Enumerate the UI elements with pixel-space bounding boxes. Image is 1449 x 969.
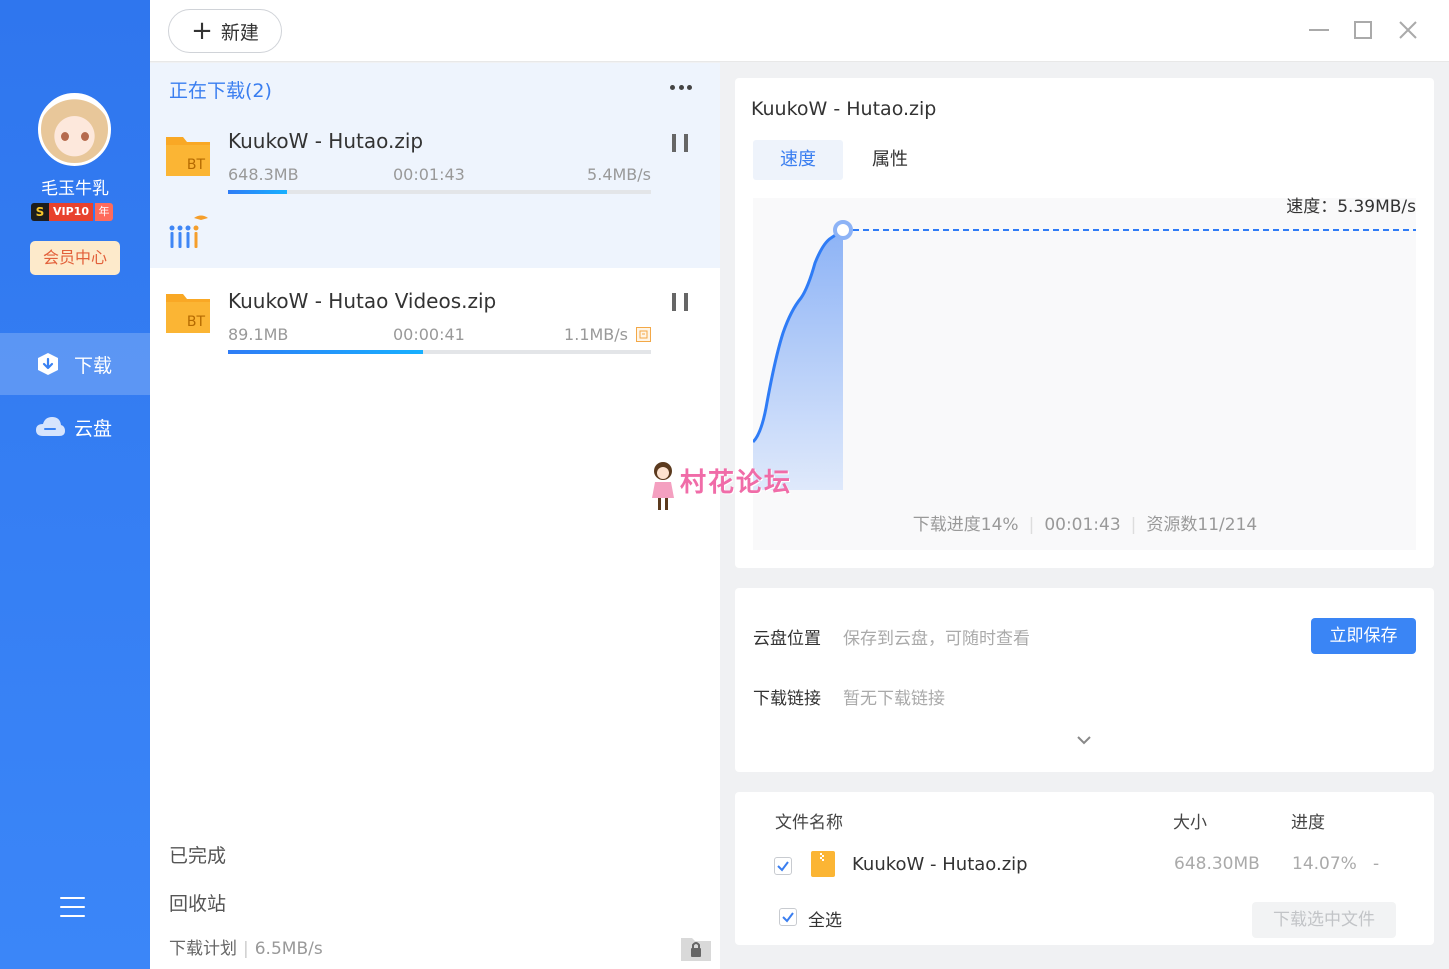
bt-folder-icon: BT (166, 294, 210, 333)
tab-properties[interactable]: 属性 (845, 140, 935, 180)
plus-icon: + (191, 16, 213, 46)
close-icon[interactable] (1396, 18, 1420, 42)
task-name: KuukoW - Hutao.zip (228, 129, 424, 153)
file-progress: 14.07% (1292, 854, 1357, 874)
nav-item-cloud[interactable]: 云盘 (0, 396, 150, 458)
select-all-checkbox[interactable] (779, 908, 797, 926)
svg-text:BT: BT (187, 157, 206, 173)
nav-item-download[interactable]: 下载 (0, 333, 150, 395)
new-task-label: 新建 (220, 21, 259, 44)
task-name: KuukoW - Hutao Videos.zip (228, 289, 497, 313)
list-header: 正在下载(2) (150, 63, 720, 111)
time-stat: 00:01:43 (1044, 515, 1121, 535)
download-link-value[interactable]: 暂无下载链接 (843, 684, 945, 709)
menu-icon[interactable] (60, 897, 85, 919)
tab-speed[interactable]: 速度 (753, 140, 843, 180)
downloading-title[interactable]: 正在下载(2) (169, 76, 272, 103)
task-item[interactable]: BT KuukoW - Hutao.zip 648.3MB 00:01:43 5… (150, 111, 720, 268)
minimize-icon[interactable] (1307, 18, 1331, 42)
task-speed: 1.1MB/s (564, 325, 628, 344)
forum-watermark: 村花论坛 (648, 460, 808, 512)
topbar: + 新建 (150, 0, 1449, 62)
file-name: KuukoW - Hutao.zip (852, 854, 1028, 875)
task-progress-fill (228, 350, 423, 354)
recycle-bin-link[interactable]: 回收站 (169, 889, 226, 916)
pause-icon[interactable] (672, 293, 688, 311)
vip-level: VIP10 (49, 203, 93, 221)
chart-stats: 下载进度14% | 00:01:43 | 资源数11/214 (912, 515, 1258, 535)
nav-label-cloud: 云盘 (74, 417, 113, 440)
avatar[interactable] (38, 93, 111, 166)
checkmark-icon (782, 912, 794, 923)
progress-stat: 下载进度14% (912, 515, 1019, 535)
watermark-text: 村花论坛 (680, 468, 793, 498)
task-progress (228, 350, 651, 354)
cloud-icon (36, 417, 65, 436)
file-checkbox[interactable] (774, 857, 792, 875)
task-progress-fill (228, 190, 288, 194)
vip-badge: S VIP10 年 (31, 203, 113, 221)
column-header-name: 文件名称 (775, 813, 843, 833)
task-time: 00:00:41 (393, 325, 465, 344)
save-now-button[interactable]: 立即保存 (1311, 618, 1416, 654)
zip-file-icon (811, 851, 835, 877)
speed-chart (751, 198, 1416, 550)
avatar-eye (81, 132, 89, 141)
sources-stat: 资源数11/214 (1146, 515, 1258, 535)
cloud-location-label: 云盘位置 (753, 629, 821, 649)
download-icon (38, 353, 58, 375)
maximize-icon[interactable] (1351, 18, 1375, 42)
chevron-down-icon[interactable] (1074, 733, 1094, 747)
new-task-button[interactable]: + 新建 (168, 9, 282, 53)
download-plan-speed: 6.5MB/s (254, 939, 323, 959)
task-item[interactable]: BT KuukoW - Hutao Videos.zip 89.1MB 00:0… (150, 268, 720, 378)
svg-text:BT: BT (187, 314, 206, 330)
download-selected-button[interactable]: 下载选中文件 (1252, 902, 1396, 938)
column-header-size: 大小 (1173, 813, 1207, 833)
file-extra: - (1373, 854, 1380, 874)
detail-title: KuukoW - Hutao.zip (751, 98, 937, 120)
completed-link[interactable]: 已完成 (169, 841, 226, 868)
checkmark-icon (777, 861, 789, 872)
current-speed-point (833, 220, 853, 240)
task-size: 648.3MB (228, 165, 299, 184)
group-tag-icon (636, 327, 651, 342)
task-time: 00:01:43 (393, 165, 465, 184)
nav-label-download: 下载 (74, 354, 113, 377)
download-list-panel: 正在下载(2) BT KuukoW - Hutao.zip 648.3MB 00… (150, 63, 720, 969)
speed-area (753, 230, 843, 490)
cloud-card: 云盘位置 保存到云盘，可随时查看 立即保存 下载链接 暂无下载链接 (735, 588, 1434, 772)
task-speed: 5.4MB/s (587, 165, 651, 184)
vip-s-mark: S (31, 203, 49, 221)
speed-chart-svg (751, 220, 1416, 490)
group-speedup-icon[interactable] (168, 212, 210, 250)
watermark-girl-icon (652, 462, 674, 510)
pause-icon[interactable] (672, 134, 688, 152)
task-progress (228, 190, 651, 194)
file-list-card: 文件名称 大小 进度 KuukoW - Hutao.zip 648.30MB 1… (735, 792, 1434, 945)
download-link-label: 下载链接 (753, 689, 821, 709)
download-plan-label: 下载计划 (169, 939, 237, 959)
lock-icon[interactable] (680, 932, 712, 962)
bt-folder-icon: BT (166, 137, 210, 176)
more-icon[interactable] (670, 85, 692, 91)
current-speed-text: 速度：5.39MB/s (1286, 197, 1416, 217)
detail-card: KuukoW - Hutao.zip 速度 属性 速度：5.39MB/s 下载进… (735, 78, 1434, 568)
file-size: 648.30MB (1174, 854, 1260, 874)
username: 毛玉牛乳 (41, 179, 109, 199)
avatar-eye (61, 132, 69, 141)
member-center-button[interactable]: 会员中心 (30, 241, 120, 275)
download-plan[interactable]: 下载计划 | 6.5MB/s (169, 934, 323, 959)
cloud-location-value: 保存到云盘，可随时查看 (843, 629, 1030, 649)
task-size: 89.1MB (228, 325, 289, 344)
vip-year: 年 (94, 203, 113, 221)
sidebar: 毛玉牛乳 S VIP10 年 会员中心 下载 云盘 (0, 0, 150, 969)
select-all-label[interactable]: 全选 (808, 906, 842, 931)
column-header-progress: 进度 (1291, 813, 1325, 833)
